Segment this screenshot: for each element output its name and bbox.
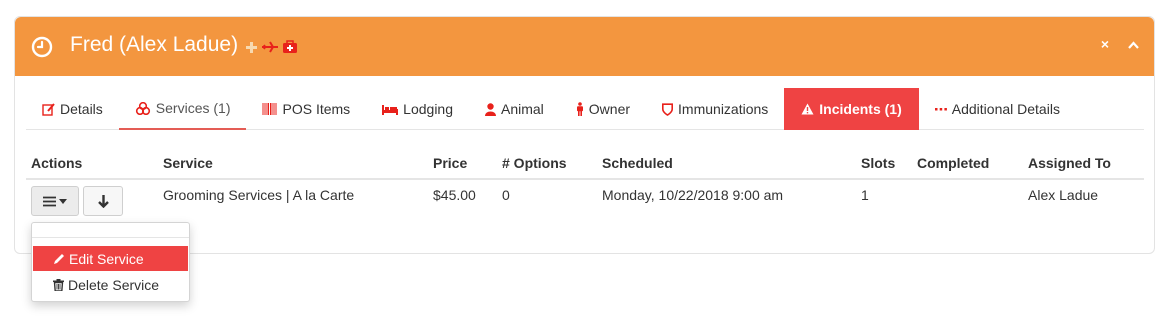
tab-label: Owner (588, 101, 631, 117)
tab-label: Incidents (1) (819, 101, 902, 117)
tab-lodging[interactable]: Lodging (366, 88, 469, 130)
move-down-button[interactable] (83, 186, 123, 216)
plus-icon (246, 41, 257, 53)
tab-label: Lodging (403, 101, 453, 117)
medical-kit-icon (283, 40, 297, 53)
tab-owner[interactable]: Owner (560, 88, 646, 130)
warning-icon (801, 103, 814, 115)
pet-badges (245, 40, 298, 54)
user-icon (485, 102, 496, 116)
edit-service-menu-item[interactable]: Edit Service (33, 246, 188, 271)
ellipsis-icon (934, 107, 947, 111)
col-assigned-to: Assigned To (1023, 151, 1144, 180)
trash-icon (53, 278, 64, 291)
tab-immunizations[interactable]: Immunizations (646, 88, 784, 130)
service-cell: Grooming Services | A la Carte (163, 187, 355, 203)
tab-pos-items[interactable]: POS Items (246, 88, 366, 130)
price-cell: $45.00 (433, 187, 476, 203)
options-cell: 0 (502, 187, 510, 203)
tab-label: POS Items (282, 101, 351, 117)
cubes-icon (135, 101, 151, 115)
tab-bar: Details Services (1) POS Items Lodging A… (26, 88, 1144, 130)
assigned-to-cell: Alex Ladue (1028, 187, 1099, 203)
menu-item-label: Edit Service (69, 250, 144, 267)
clock-icon (31, 36, 53, 58)
actions-menu-button[interactable] (31, 186, 79, 216)
col-service: Service (158, 151, 428, 180)
col-scheduled: Scheduled (597, 151, 856, 180)
hamburger-icon (43, 196, 56, 206)
tab-label: Services (1) (155, 100, 231, 116)
tab-details[interactable]: Details (26, 88, 119, 130)
scheduled-cell: Monday, 10/22/2018 9:00 am (602, 187, 784, 203)
shield-icon (662, 102, 674, 116)
panel-header: Fred (Alex Ladue) × (15, 17, 1154, 76)
caret-down-icon (59, 198, 67, 204)
menu-item-label: Delete Service (68, 276, 160, 293)
slots-cell: 1 (861, 187, 869, 203)
edit-icon (42, 102, 55, 116)
collapse-button[interactable] (1126, 34, 1140, 54)
bed-icon (382, 104, 399, 115)
table-header-row: Actions Service Price # Options Schedule… (26, 151, 1144, 180)
menu-divider (32, 237, 189, 238)
col-price: Price (428, 151, 497, 180)
tab-animal[interactable]: Animal (469, 88, 560, 130)
tab-label: Additional Details (951, 101, 1060, 117)
tab-label: Animal (501, 101, 544, 117)
chevron-up-icon (1127, 41, 1139, 49)
col-completed: Completed (912, 151, 1023, 180)
table-row: Grooming Services | A la Carte $45.00 0 … (26, 179, 1144, 211)
col-actions: Actions (26, 151, 158, 180)
header-tools: × (1098, 34, 1140, 54)
services-table: Actions Service Price # Options Schedule… (26, 151, 1144, 211)
col-options: # Options (497, 151, 597, 180)
pencil-icon (53, 253, 65, 265)
tab-label: Details (60, 101, 103, 117)
plane-icon (262, 41, 278, 53)
pet-card-panel: Fred (Alex Ladue) × Details Services (1)… (14, 16, 1155, 254)
completed-cell (912, 179, 1023, 211)
arrow-down-icon (97, 194, 109, 208)
col-slots: Slots (856, 151, 912, 180)
tab-additional-details[interactable]: Additional Details (919, 88, 1076, 130)
tab-label: Immunizations (678, 101, 769, 117)
tab-services[interactable]: Services (1) (118, 88, 247, 130)
actions-dropdown-menu: Edit Service Delete Service (31, 222, 190, 302)
delete-service-menu-item[interactable]: Delete Service (33, 272, 188, 297)
person-icon (576, 102, 584, 116)
close-button[interactable]: × (1098, 34, 1112, 54)
tab-incidents[interactable]: Incidents (1) (784, 88, 919, 130)
barcode-icon (262, 103, 277, 115)
pet-title: Fred (Alex Ladue) (70, 33, 239, 56)
